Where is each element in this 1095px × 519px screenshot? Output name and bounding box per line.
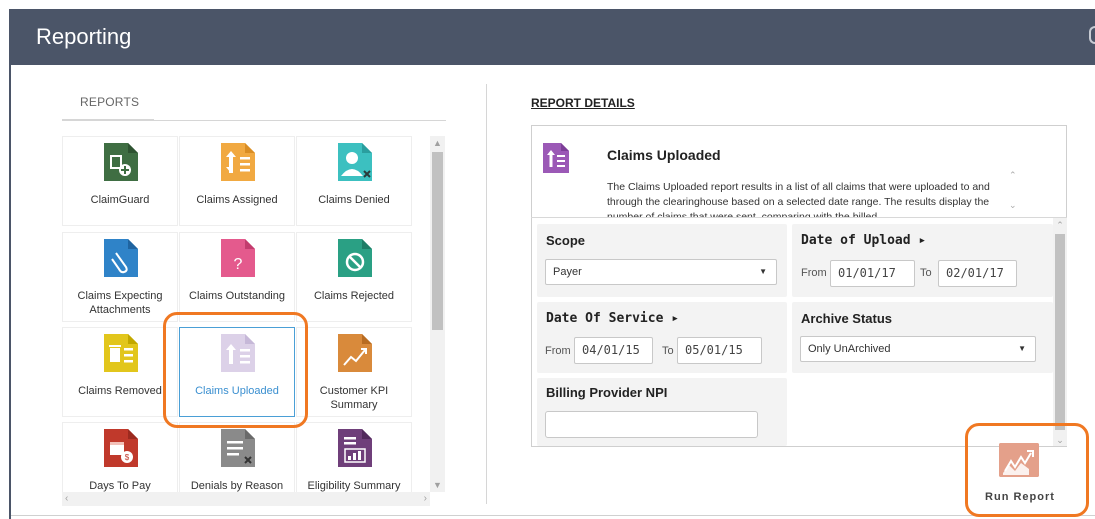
report-tile-claims-denied[interactable]: Claims Denied (296, 136, 412, 226)
service-to-date-input[interactable]: 05/01/15 (677, 337, 762, 364)
date-of-upload-panel: Date of Upload ▸ From 01/01/17 To 02/01/… (792, 224, 1053, 297)
scroll-up-icon[interactable]: ⌃ (1053, 220, 1067, 231)
page-title: Reporting (36, 24, 132, 49)
claims-rejected-icon (338, 239, 372, 277)
upload-to-date-input[interactable]: 02/01/17 (938, 260, 1017, 287)
report-tile-claims-expecting-attachments[interactable]: Claims Expecting Attachments (62, 232, 178, 322)
service-from-label: From (545, 345, 571, 357)
tab-active-indicator (62, 119, 154, 121)
upload-from-date-input[interactable]: 01/01/17 (830, 260, 915, 287)
billing-provider-npi-panel: Billing Provider NPI (537, 378, 787, 446)
tile-label: Customer KPI Summary (319, 385, 389, 411)
svg-text:?: ? (234, 256, 243, 273)
tile-label: Eligibility Summary (307, 480, 401, 492)
service-to-label: To (662, 345, 674, 357)
report-filter-form: Scope Payer ▼ Date of Upload ▸ From 01/0… (531, 218, 1053, 446)
tile-label: Claims Rejected (313, 290, 395, 302)
frame-left-border (9, 65, 11, 519)
denials-by-reason-icon (221, 429, 255, 467)
scope-select-value: Payer (553, 266, 582, 278)
claims-expecting-attachments-icon (104, 239, 138, 277)
scroll-up-icon[interactable]: ▲ (430, 136, 445, 150)
archive-status-select-value: Only UnArchived (808, 343, 891, 355)
description-scrollbar[interactable]: ⌃ ⌄ (1009, 170, 1023, 218)
report-tile-claims-rejected[interactable]: Claims Rejected (296, 232, 412, 322)
frame-bottom-border (11, 515, 1095, 516)
claims-assigned-icon (221, 143, 255, 181)
tile-label: Claims Outstanding (189, 290, 285, 302)
billing-provider-npi-input[interactable] (545, 411, 758, 438)
report-details-title: REPORT DETAILS (531, 96, 635, 110)
scope-panel: Scope Payer ▼ (537, 224, 787, 297)
scroll-right-icon[interactable]: › (424, 492, 427, 506)
form-vertical-scrollbar[interactable]: ⌃ ⌄ (1053, 218, 1067, 446)
tab-reports[interactable]: REPORTS (80, 95, 139, 109)
archive-status-select[interactable]: Only UnArchived ▼ (800, 336, 1036, 362)
report-grid-vertical-scrollbar[interactable]: ▲ ▼ (430, 136, 445, 492)
header-close-icon[interactable] (1089, 26, 1095, 44)
scroll-down-icon[interactable]: ⌄ (1009, 200, 1017, 211)
app-header: Reporting (9, 9, 1095, 65)
tile-label: Denials by Reason (190, 480, 284, 492)
claims-uploaded-icon (543, 143, 569, 173)
scope-label: Scope (546, 233, 586, 248)
scrollbar-thumb[interactable] (1055, 234, 1065, 430)
tile-label: Claims Removed (78, 385, 162, 397)
claimguard-icon (104, 143, 138, 181)
report-tile-claims-outstanding[interactable]: ? Claims Outstanding (179, 232, 295, 322)
tile-label: Claims Assigned (196, 194, 278, 206)
claims-denied-icon (338, 143, 372, 181)
report-tile-customer-kpi-summary[interactable]: Customer KPI Summary (296, 327, 412, 417)
claims-removed-icon (104, 334, 138, 372)
report-tile-claims-removed[interactable]: Claims Removed (62, 327, 178, 417)
days-to-pay-icon: $ (104, 429, 138, 467)
chevron-down-icon: ▼ (1018, 344, 1026, 353)
date-of-upload-label[interactable]: Date of Upload ▸ (801, 233, 926, 248)
report-tile-claims-assigned[interactable]: Claims Assigned (179, 136, 295, 226)
report-title: Claims Uploaded (607, 147, 721, 163)
scroll-up-icon[interactable]: ⌃ (1009, 170, 1017, 181)
date-of-service-label[interactable]: Date Of Service ▸ (546, 311, 679, 326)
svg-text:$: $ (125, 453, 130, 462)
tile-label: Claims Expecting Attachments (77, 290, 163, 316)
run-report-highlight (965, 423, 1089, 517)
scrollbar-thumb[interactable] (432, 152, 443, 330)
chevron-down-icon: ▼ (759, 267, 767, 276)
report-description: The Claims Uploaded report results in a … (607, 181, 990, 217)
claims-outstanding-icon: ? (221, 239, 255, 277)
tile-label: Claims Denied (318, 194, 390, 206)
scroll-down-icon[interactable]: ▼ (430, 478, 445, 492)
scroll-left-icon[interactable]: ‹ (65, 492, 68, 506)
report-grid-horizontal-scrollbar[interactable]: ‹ › (62, 492, 430, 506)
tile-label: ClaimGuard (90, 194, 150, 206)
selected-tile-highlight (163, 312, 308, 428)
tile-label: Days To Pay (89, 480, 151, 492)
archive-status-label: Archive Status (801, 311, 893, 326)
billing-provider-npi-label: Billing Provider NPI (546, 385, 668, 400)
report-tile-claimguard[interactable]: ClaimGuard (62, 136, 178, 226)
customer-kpi-summary-icon (338, 334, 372, 372)
eligibility-summary-icon (338, 429, 372, 467)
panel-divider (486, 84, 487, 504)
service-from-date-input[interactable]: 04/01/15 (574, 337, 653, 364)
report-description-area: Claims Uploaded The Claims Uploaded repo… (531, 126, 1067, 217)
upload-from-label: From (801, 267, 827, 279)
date-of-service-panel: Date Of Service ▸ From 04/01/15 To 05/01… (537, 302, 787, 373)
scope-select[interactable]: Payer ▼ (545, 259, 777, 285)
archive-status-panel: Archive Status Only UnArchived ▼ (792, 302, 1053, 373)
upload-to-label: To (920, 267, 932, 279)
